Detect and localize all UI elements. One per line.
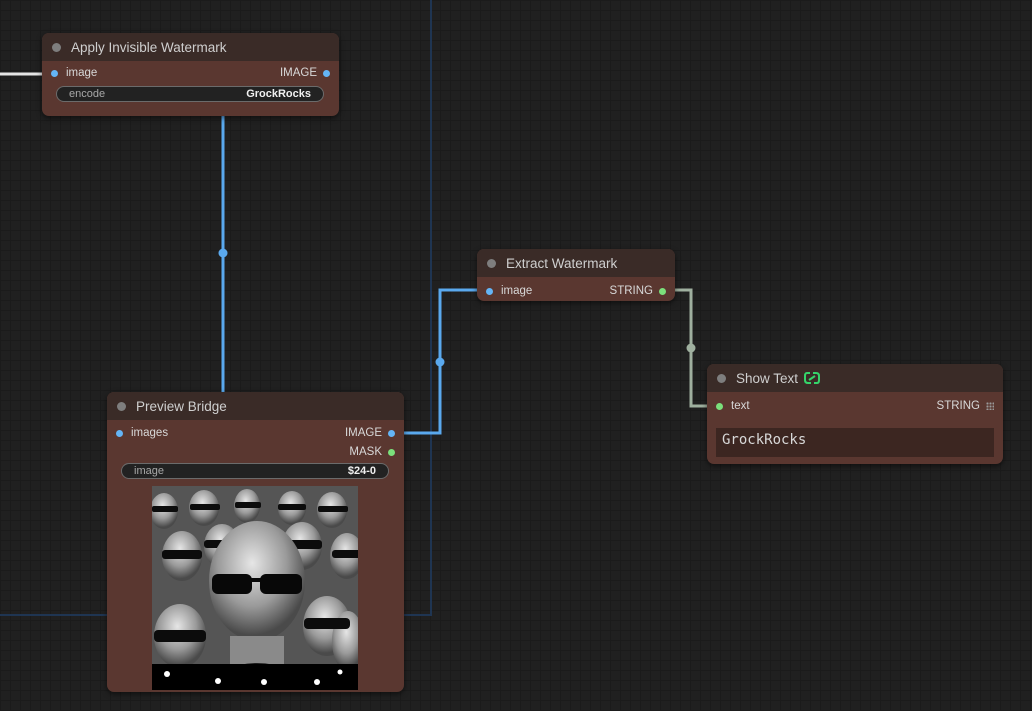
node-preview-bridge[interactable]: Preview Bridge images IMAGE MASK image $… — [107, 392, 404, 692]
input-slot-text[interactable]: text — [716, 397, 750, 415]
input-slot-image[interactable]: image — [486, 282, 532, 300]
show-text-value: GrockRocks — [722, 432, 807, 448]
show-text-output[interactable]: GrockRocks — [716, 428, 994, 457]
node-extract-watermark[interactable]: Extract Watermark image STRING — [477, 249, 675, 301]
slot-label: MASK — [349, 446, 382, 458]
node-title: Extract Watermark — [506, 255, 618, 271]
preview-image[interactable] — [152, 486, 358, 690]
slot-dot-icon[interactable] — [51, 69, 58, 77]
slot-dot-icon[interactable] — [659, 287, 666, 295]
slot-label: IMAGE — [344, 427, 382, 439]
link-midpoint — [218, 248, 228, 258]
input-slot-images[interactable]: images — [116, 424, 168, 442]
widget-label: encode — [69, 88, 106, 100]
slot-dot-icon[interactable] — [486, 287, 493, 295]
grip-icon[interactable] — [986, 402, 994, 410]
slot-dot-icon[interactable] — [388, 429, 395, 437]
graph-canvas[interactable]: Apply Invisible Watermark image IMAGE en… — [0, 0, 1032, 711]
slot-label: text — [731, 400, 750, 412]
widget-value: $24-0 — [347, 465, 376, 477]
widget-label: image — [134, 465, 164, 477]
node-title-bar[interactable]: Extract Watermark — [477, 249, 675, 277]
node-title: Preview Bridge — [136, 398, 227, 414]
node-apply-invisible-watermark[interactable]: Apply Invisible Watermark image IMAGE en… — [42, 33, 339, 116]
output-slot-string[interactable]: STRING — [937, 397, 994, 415]
node-title: Apply Invisible Watermark — [71, 39, 227, 55]
node-title-bar[interactable]: Apply Invisible Watermark — [42, 33, 339, 61]
node-title-bar[interactable]: Preview Bridge — [107, 392, 404, 420]
node-title: Show Text — [736, 370, 799, 386]
collapse-dot-icon[interactable] — [487, 258, 496, 268]
link-midpoint — [435, 357, 445, 367]
node-title-bar[interactable]: Show Text — [707, 364, 1003, 392]
collapse-dot-icon[interactable] — [52, 42, 61, 52]
preview-image-graphic — [152, 486, 358, 690]
image-widget[interactable]: image $24-0 — [121, 463, 389, 479]
slot-dot-icon[interactable] — [323, 69, 330, 77]
slot-dot-icon[interactable] — [716, 402, 723, 410]
output-slot-image[interactable]: IMAGE — [345, 424, 395, 442]
widget-value: GrockRocks — [246, 88, 311, 100]
slot-label: STRING — [936, 400, 980, 412]
slot-label: images — [131, 427, 169, 439]
output-slot-mask[interactable]: MASK — [349, 443, 395, 461]
slot-dot-icon[interactable] — [116, 429, 123, 437]
output-slot-image[interactable]: IMAGE — [280, 64, 330, 82]
link-icon — [804, 372, 821, 384]
link-midpoint — [686, 343, 696, 353]
collapse-dot-icon[interactable] — [717, 373, 726, 383]
slot-dot-icon[interactable] — [388, 448, 395, 456]
slot-label: IMAGE — [279, 67, 317, 79]
node-show-text[interactable]: Show Text text STRING GrockRocks — [707, 364, 1003, 464]
encode-widget[interactable]: encode GrockRocks — [56, 86, 324, 102]
slot-label: STRING — [609, 285, 653, 297]
slot-label: image — [66, 67, 98, 79]
collapse-dot-icon[interactable] — [117, 401, 126, 411]
output-slot-string[interactable]: STRING — [610, 282, 666, 300]
slot-label: image — [501, 285, 533, 297]
input-slot-image[interactable]: image — [51, 64, 97, 82]
